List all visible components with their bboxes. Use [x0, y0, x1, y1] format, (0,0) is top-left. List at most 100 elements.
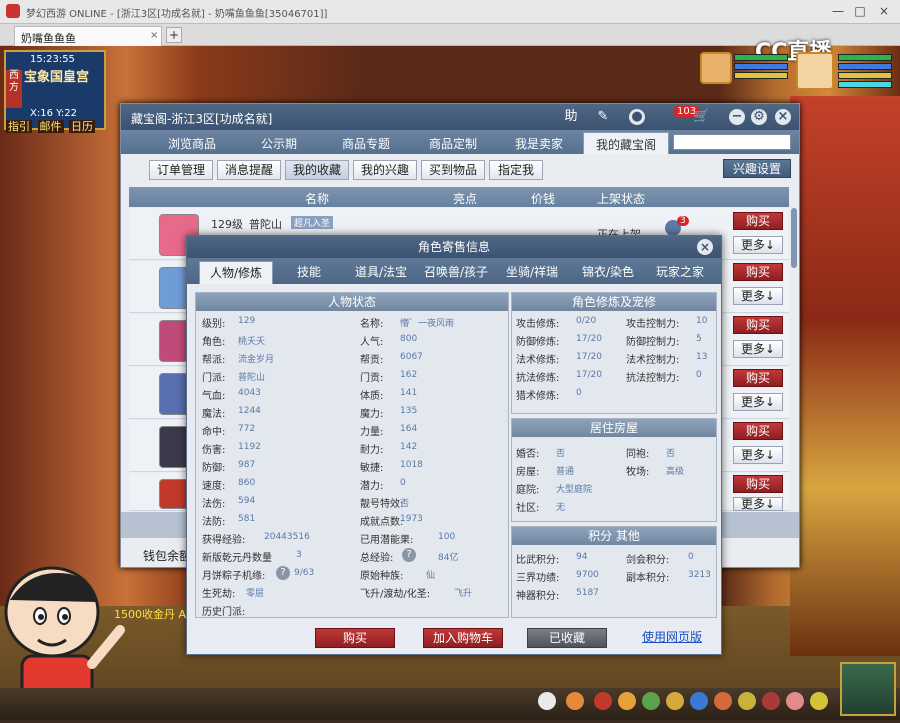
field-value: 0/20 [576, 316, 597, 326]
pavilion-icon[interactable] [840, 662, 896, 716]
close-shop-icon[interactable]: × [775, 109, 791, 125]
close-dialog-icon[interactable]: × [697, 239, 713, 255]
field-label: 抗法修炼: [516, 373, 560, 384]
tab-outfits[interactable]: 锦衣/染色 [571, 261, 645, 284]
more-button[interactable]: 更多↓ [733, 446, 783, 464]
field-value: 594 [238, 496, 256, 506]
close-window-button[interactable]: × [876, 4, 892, 18]
field-label: 帮贡: [360, 355, 384, 366]
dialog-tabs: 人物/修炼 技能 道具/法宝 召唤兽/孩子 坐骑/祥瑞 锦衣/染色 玩家之家 [187, 258, 721, 284]
field-label: 社区: [516, 503, 540, 514]
help-icon[interactable]: ? [402, 548, 416, 562]
buy-button[interactable]: 购买 [733, 422, 783, 440]
buy-button[interactable]: 购买 [733, 475, 783, 493]
more-button[interactable]: 更多↓ [733, 497, 783, 511]
item-icon[interactable] [594, 692, 612, 710]
field-value: 0 [400, 478, 406, 488]
race-label: 原始种族: [360, 571, 404, 582]
item-icon[interactable] [762, 692, 780, 710]
player-anger-bar [838, 72, 892, 79]
field-label: 神器积分: [516, 591, 560, 602]
item-icon[interactable] [690, 692, 708, 710]
game-clock: 15:23:55 [30, 54, 75, 65]
nav-custom[interactable]: 商品定制 [411, 132, 495, 154]
field-value: 4043 [238, 388, 261, 398]
more-button[interactable]: 更多↓ [733, 236, 783, 254]
collected-button[interactable]: 已收藏 [527, 628, 607, 648]
nav-seller[interactable]: 我是卖家 [497, 132, 581, 154]
item-icon[interactable] [538, 692, 556, 710]
message-icon[interactable]: ● [629, 109, 645, 125]
interest-settings-button[interactable]: 兴趣设置 [723, 159, 791, 178]
item-icon[interactable] [714, 692, 732, 710]
field-label: 三界功绩: [516, 573, 560, 584]
field-label: 法术修炼: [516, 355, 560, 366]
item-icon[interactable] [566, 692, 584, 710]
item-icon[interactable] [642, 692, 660, 710]
item-icon[interactable] [810, 692, 828, 710]
field-value: 无 [556, 503, 566, 513]
buy-button[interactable]: 购买 [733, 316, 783, 334]
field-value: 流金岁月 [238, 355, 275, 365]
sub-messages[interactable]: 消息提醒 [217, 160, 281, 180]
tab-items[interactable]: 道具/法宝 [345, 261, 417, 284]
help-button[interactable]: 助 [563, 109, 579, 125]
tab-home[interactable]: 玩家之家 [647, 261, 713, 284]
guide-button[interactable]: 指引 [6, 120, 32, 133]
nav-topics[interactable]: 商品专题 [323, 132, 409, 154]
history-label: 历史门派: [202, 607, 246, 618]
field-label: 体质: [360, 391, 384, 402]
list-scrollbar[interactable] [791, 208, 797, 268]
field-label: 婚否: [516, 449, 540, 460]
add-to-cart-button[interactable]: 加入购物车 [423, 628, 503, 648]
minimize-button[interactable]: — [830, 4, 846, 18]
nav-public[interactable]: 公示期 [237, 132, 321, 154]
mail-button[interactable]: 邮件 [37, 120, 64, 133]
item-icon[interactable] [618, 692, 636, 710]
pet-avatar[interactable] [700, 52, 732, 84]
new-tab-button[interactable]: + [166, 27, 182, 43]
tab-pets[interactable]: 召唤兽/孩子 [419, 261, 493, 284]
more-button[interactable]: 更多↓ [733, 287, 783, 305]
buy-button[interactable]: 购买 [733, 369, 783, 387]
field-value: 1018 [400, 460, 423, 470]
more-button[interactable]: 更多↓ [733, 340, 783, 358]
settings-icon[interactable]: ⚙ [751, 109, 767, 125]
nav-browse[interactable]: 浏览商品 [149, 132, 235, 154]
calendar-button[interactable]: 日历 [69, 120, 95, 133]
minimize-shop-icon[interactable]: − [729, 109, 745, 125]
item-icon[interactable] [666, 692, 684, 710]
tab-game[interactable]: 奶嘴鱼鱼鱼 [14, 26, 162, 46]
sub-assigned[interactable]: 指定我 [489, 160, 543, 180]
sub-favorites[interactable]: 我的收藏 [285, 160, 349, 180]
sub-bought[interactable]: 买到物品 [421, 160, 485, 180]
tab-character[interactable]: 人物/修炼 [199, 261, 273, 284]
tab-skills[interactable]: 技能 [277, 261, 341, 284]
maximize-button[interactable]: □ [852, 4, 868, 18]
item-icon[interactable] [738, 692, 756, 710]
tab-mounts[interactable]: 坐骑/祥瑞 [495, 261, 569, 284]
game-taskbar [0, 662, 900, 720]
more-button[interactable]: 更多↓ [733, 393, 783, 411]
field-label: 攻击修炼: [516, 319, 560, 330]
pen-icon[interactable]: ✎ [595, 109, 611, 125]
player-mp-bar [838, 63, 892, 70]
web-version-link[interactable]: 使用网页版 [637, 628, 707, 648]
sub-interests[interactable]: 我的兴趣 [353, 160, 417, 180]
item-icon[interactable] [786, 692, 804, 710]
tab-close-icon[interactable]: × [150, 30, 158, 41]
field-label: 防御: [202, 463, 226, 474]
player-exp-bar [838, 81, 892, 88]
pet-exp-bar [734, 72, 788, 79]
buy-button[interactable]: 购买 [733, 263, 783, 281]
nav-my-shop[interactable]: 我的藏宝阁 [583, 132, 669, 154]
field-label: 靓号特效: [360, 499, 404, 510]
search-input[interactable] [673, 134, 791, 150]
cart-icon[interactable]: 🛒 [693, 109, 709, 125]
player-avatar[interactable] [796, 52, 834, 90]
dialog-buy-button[interactable]: 购买 [315, 628, 395, 648]
sub-orders[interactable]: 订单管理 [149, 160, 213, 180]
help-icon[interactable]: ? [276, 566, 290, 580]
field-value: 0 [576, 388, 582, 398]
buy-button[interactable]: 购买 [733, 212, 783, 230]
